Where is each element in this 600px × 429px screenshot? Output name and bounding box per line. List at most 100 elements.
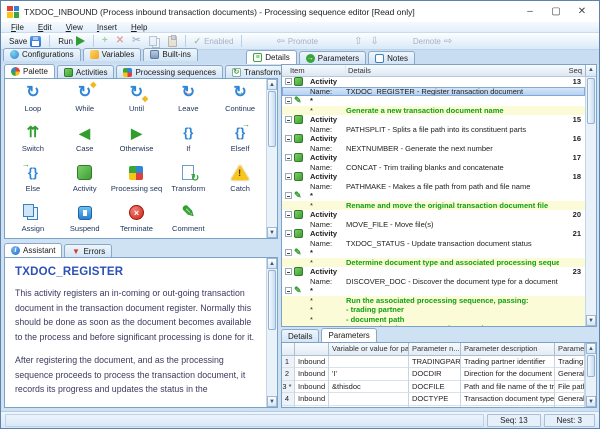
- grid-cell[interactable]: Trading partne: [555, 356, 585, 368]
- tree-row[interactable]: Name:TXDOC_STATUS - Update transaction d…: [282, 239, 585, 249]
- tree-row[interactable]: Activity13: [282, 77, 585, 87]
- grid-header-cell[interactable]: [295, 343, 329, 356]
- grid-header-cell[interactable]: Variable or value for par...: [329, 343, 409, 356]
- tree-row[interactable]: ✎*: [282, 248, 585, 258]
- paste-button[interactable]: [164, 35, 181, 48]
- grid-row[interactable]: 2Inbound'I'DOCDIRDirection for the docum…: [282, 368, 585, 380]
- tree-row[interactable]: Activity23: [282, 267, 585, 277]
- maximize-button[interactable]: ▢: [543, 1, 569, 22]
- scroll-thumb[interactable]: [268, 91, 276, 147]
- bottom-tab-parameters[interactable]: Parameters: [321, 328, 376, 342]
- collapse-icon[interactable]: [285, 154, 292, 161]
- grid-row[interactable]: 3 *Inbound&thisdocDOCFILEPath and file n…: [282, 381, 585, 393]
- collapse-icon[interactable]: [285, 135, 292, 142]
- tab-errors[interactable]: ▼Errors: [64, 244, 112, 257]
- close-button[interactable]: ✕: [569, 1, 595, 22]
- move-down-button[interactable]: ⇩: [366, 35, 382, 48]
- grid-cell[interactable]: Inbound: [295, 368, 329, 380]
- palette-item-activity[interactable]: Activity: [59, 163, 111, 203]
- grid-cell[interactable]: Inbound: [295, 393, 329, 405]
- grid-scrollbar[interactable]: ▲ ▼: [585, 343, 596, 407]
- collapse-icon[interactable]: [285, 192, 292, 199]
- grid-cell[interactable]: 'I': [329, 368, 409, 380]
- collapse-icon[interactable]: [285, 268, 292, 275]
- column-header-details[interactable]: Details: [346, 65, 559, 76]
- grid-cell[interactable]: 1: [282, 356, 295, 368]
- palette-item-else[interactable]: {}→Else: [7, 163, 59, 203]
- grid-cell[interactable]: Inbound: [295, 406, 329, 407]
- tab-assistant[interactable]: iAssistant: [4, 243, 62, 257]
- grid-cell[interactable]: Trading partner identifier: [461, 356, 555, 368]
- tree-row[interactable]: *- document path: [282, 315, 585, 325]
- move-up-button[interactable]: ⇧: [350, 35, 366, 48]
- grid-cell[interactable]: [329, 356, 409, 368]
- delete-button[interactable]: ✕: [112, 35, 128, 47]
- palette-item-assign[interactable]: Assign: [7, 203, 59, 238]
- grid-cell[interactable]: DOCFILE: [409, 381, 461, 393]
- palette-item-processing-seq[interactable]: Processing seq: [111, 163, 163, 203]
- promote-button[interactable]: ⇦Promote: [272, 35, 322, 48]
- tab-palette[interactable]: Palette: [4, 64, 55, 78]
- tree-row[interactable]: Activity16: [282, 134, 585, 144]
- tab-notes[interactable]: Notes: [368, 51, 415, 64]
- column-header-seq[interactable]: Seq: [559, 65, 585, 76]
- scroll-down-icon[interactable]: ▼: [267, 396, 277, 407]
- grid-cell[interactable]: Path and file name of the trans: [461, 381, 555, 393]
- scroll-up-icon[interactable]: ▲: [585, 65, 596, 76]
- palette-scrollbar[interactable]: ▲ ▼: [266, 79, 277, 238]
- grid-cell[interactable]: DOCDIR: [409, 368, 461, 380]
- palette-item-case[interactable]: ◀Case: [59, 123, 111, 163]
- grid-cell[interactable]: TRADINGPART: [409, 356, 461, 368]
- palette-item-loop[interactable]: ↻Loop: [7, 83, 59, 123]
- palette-item-switch[interactable]: ⇈Switch: [7, 123, 59, 163]
- scroll-thumb[interactable]: [587, 355, 595, 377]
- scroll-thumb[interactable]: [587, 78, 595, 124]
- grid-header-cell[interactable]: Parameter d...: [555, 343, 585, 356]
- tree-scrollbar[interactable]: ▼: [585, 77, 596, 326]
- grid-cell[interactable]: 4: [282, 393, 295, 405]
- grid-cell[interactable]: [329, 393, 409, 405]
- palette-item-otherwise[interactable]: ▶Otherwise: [111, 123, 163, 163]
- grid-cell[interactable]: General: [555, 406, 585, 407]
- tab-activities[interactable]: Activities: [57, 65, 115, 78]
- palette-item-suspend[interactable]: Suspend: [59, 203, 111, 238]
- grid-cell[interactable]: Inbound: [295, 381, 329, 393]
- tree-row[interactable]: *Determine document type and associated …: [282, 258, 585, 268]
- menu-item-view[interactable]: View: [59, 23, 90, 32]
- grid-row[interactable]: 1InboundTRADINGPARTTrading partner ident…: [282, 356, 585, 368]
- collapse-icon[interactable]: [285, 116, 292, 123]
- demote-button[interactable]: Demote⇨: [409, 35, 456, 48]
- palette-item-elseif[interactable]: {}→ElseIf: [214, 123, 266, 163]
- tab-configurations[interactable]: Configurations: [3, 48, 81, 61]
- collapse-icon[interactable]: [285, 97, 292, 104]
- tab-built-ins[interactable]: Built-ins: [143, 48, 197, 61]
- grid-cell[interactable]: General: [555, 368, 585, 380]
- collapse-icon[interactable]: [285, 287, 292, 294]
- tree-row[interactable]: Name:PATHSPLIT - Splits a file path into…: [282, 125, 585, 135]
- scroll-down-icon[interactable]: ▼: [586, 315, 596, 326]
- tree-row[interactable]: Activity21: [282, 229, 585, 239]
- scroll-down-icon[interactable]: ▼: [267, 227, 277, 238]
- tree-row[interactable]: *Run the associated processing sequence,…: [282, 296, 585, 306]
- palette-item-if[interactable]: {}If: [162, 123, 214, 163]
- palette-item-leave[interactable]: ↻←Leave: [162, 83, 214, 123]
- tree-row[interactable]: Activity17: [282, 153, 585, 163]
- grid-cell[interactable]: General: [555, 393, 585, 405]
- scroll-up-icon[interactable]: ▲: [267, 79, 277, 90]
- grid-cell[interactable]: &thisdoc: [329, 381, 409, 393]
- grid-cell[interactable]: 2: [282, 368, 295, 380]
- tree-row[interactable]: Name:NEXTNUMBER - Generate the next numb…: [282, 144, 585, 154]
- menu-item-help[interactable]: Help: [124, 23, 154, 32]
- enabled-button[interactable]: ✓Enabled: [190, 35, 238, 48]
- grid-cell[interactable]: DOCCONTENT: [409, 406, 461, 407]
- tree-row[interactable]: Name:MOVE_FILE - Move file(s): [282, 220, 585, 230]
- grid-cell[interactable]: Transaction document type: [461, 393, 555, 405]
- scroll-down-icon[interactable]: ▼: [586, 396, 596, 407]
- grid-cell[interactable]: 3 *: [282, 381, 295, 393]
- menu-item-edit[interactable]: Edit: [31, 23, 59, 32]
- palette-item-until[interactable]: ↻◆Until: [111, 83, 163, 123]
- tree-row[interactable]: Name:PATHMAKE - Makes a file path from p…: [282, 182, 585, 192]
- minimize-button[interactable]: –: [517, 1, 543, 22]
- tree-row[interactable]: *Generate a new transaction document nam…: [282, 106, 585, 116]
- scroll-up-icon[interactable]: ▲: [586, 343, 596, 354]
